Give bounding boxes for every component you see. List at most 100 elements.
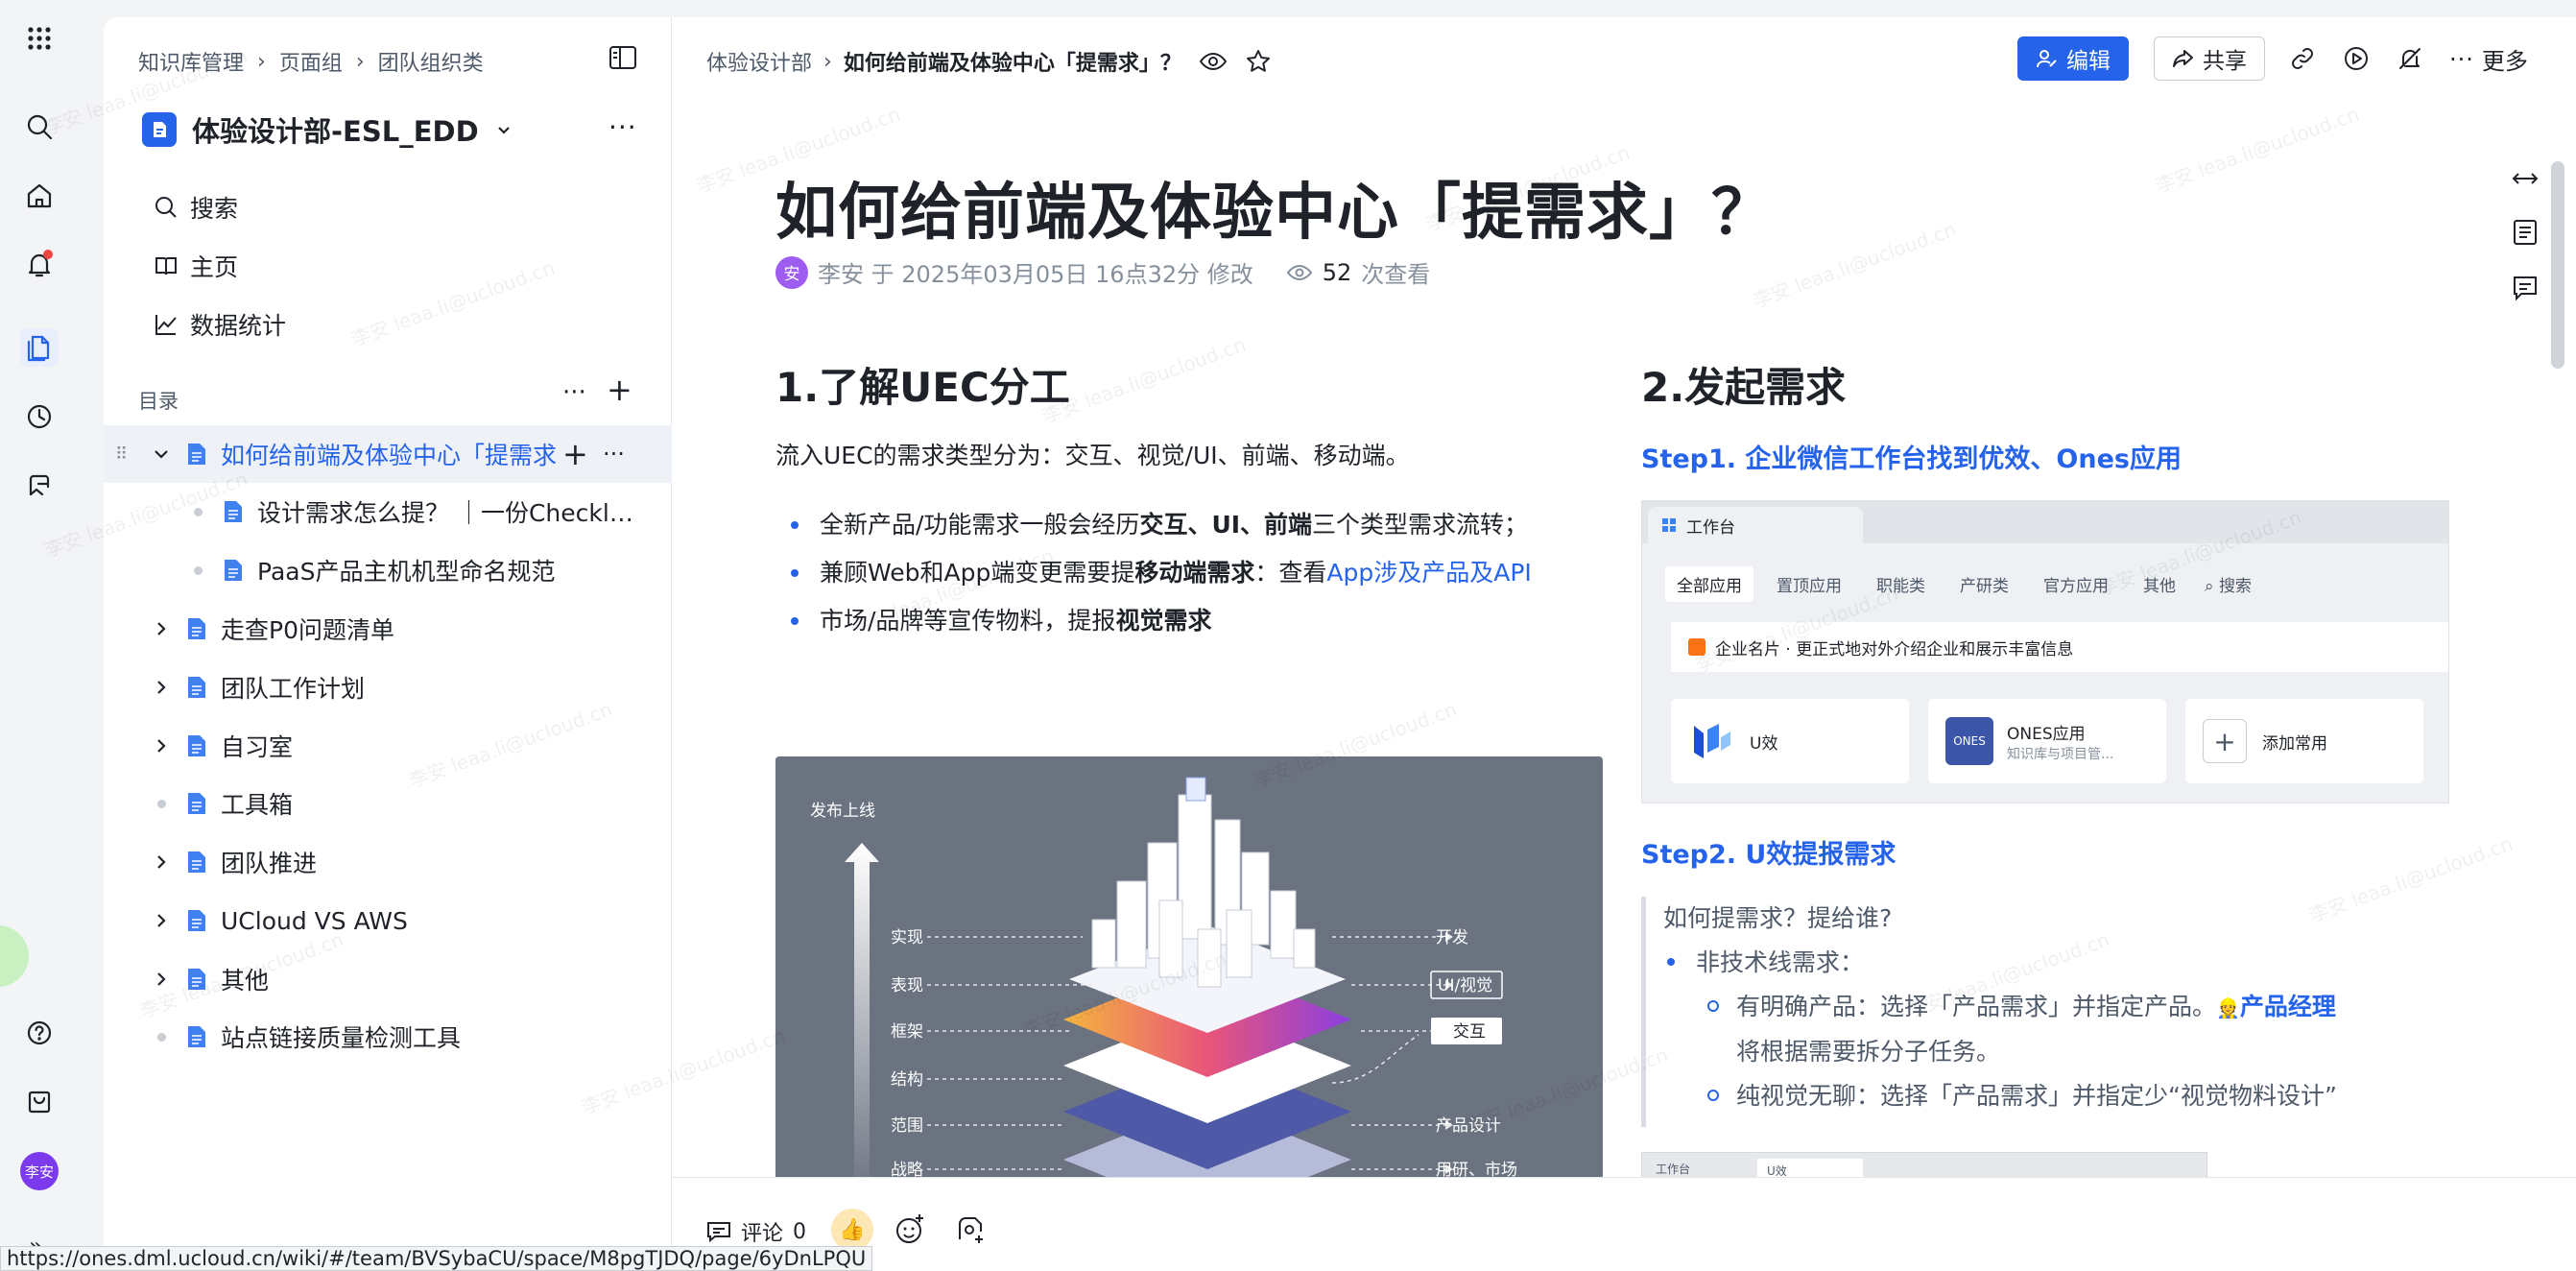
document-icon [186, 733, 207, 758]
layer-label: 框架 [891, 1022, 923, 1042]
search-icon[interactable] [20, 108, 59, 146]
tree-item[interactable]: PaaS产品主机机型命名规范 [104, 541, 672, 599]
documents-icon[interactable] [20, 328, 59, 367]
chevron-right-icon[interactable] [150, 734, 173, 757]
eye-icon[interactable] [1199, 50, 1228, 73]
reaction-settings-icon[interactable] [952, 1211, 990, 1249]
add-reaction-icon[interactable] [891, 1211, 929, 1249]
chevron-down-icon[interactable] [150, 443, 173, 466]
notification-bell-icon[interactable] [20, 246, 59, 284]
floating-assistant[interactable] [0, 925, 29, 987]
book-icon [155, 257, 177, 276]
bullet-list: 全新产品/功能需求一般会经历交互、UI、前端三个类型需求流转； 兼顾Web和Ap… [775, 505, 1562, 649]
tree-item[interactable]: ⠿ 如何给前端及体验中心「提需求 + ··· [104, 425, 672, 483]
tree-item-label: 如何给前端及体验中心「提需求 [221, 442, 557, 469]
document-icon [223, 499, 244, 524]
comments-panel-icon[interactable] [2513, 275, 2538, 301]
tree-item-label: 团队工作计划 [221, 675, 366, 703]
star-icon[interactable] [1245, 48, 1272, 75]
role-label: 交互 [1453, 1022, 1486, 1042]
workbench-icon [1662, 518, 1676, 532]
chevron-right-icon[interactable] [150, 968, 173, 991]
uec-layers-diagram[interactable]: 发布上线 实现 表现 框架 结构 范围 战略 开发 UI/视觉 交互 产品设计 … [775, 756, 1603, 1198]
nav-search[interactable]: 搜索 [154, 190, 238, 225]
step1-heading[interactable]: Step1. 企业微信工作台找到优效、Ones应用 [1641, 438, 2182, 475]
scrollbar-thumb[interactable] [2551, 161, 2564, 369]
breadcrumb-item[interactable]: 页面组 [279, 46, 343, 77]
chart-line-icon [155, 315, 177, 335]
tree-item[interactable]: 设计需求怎么提？ ｜一份Checkli... [104, 483, 672, 540]
breadcrumb-parent[interactable]: 体验设计部 [706, 46, 812, 77]
sidebar-toggle-icon[interactable] [608, 44, 637, 71]
workspace-name: 体验设计部-ESL_EDD [192, 115, 479, 148]
share-button[interactable]: 共享 [2154, 36, 2265, 81]
author-avatar[interactable]: 安 [775, 255, 808, 289]
home-icon[interactable] [20, 177, 59, 215]
item-more-icon[interactable]: ··· [603, 441, 625, 468]
present-play-icon[interactable] [2340, 42, 2373, 75]
doc-breadcrumb: 体验设计部 › 如何给前端及体验中心「提需求」？ [706, 46, 1272, 77]
tree-item[interactable]: 站点链接质量检测工具 [104, 1008, 672, 1066]
comment-button[interactable]: 评论 0 [706, 1216, 806, 1247]
product-manager-mention[interactable]: 产品经理 [2240, 993, 2336, 1020]
help-icon[interactable] [20, 1014, 59, 1052]
add-page-icon[interactable]: + [607, 374, 632, 405]
tree-item-label: 团队推进 [221, 850, 318, 877]
u-effect-logo [1694, 724, 1730, 758]
tree-item[interactable]: 团队推进 [104, 833, 672, 891]
chevron-right-icon[interactable] [150, 909, 173, 932]
outline-icon[interactable] [2513, 219, 2538, 246]
tree-item[interactable]: 团队工作计划 [104, 659, 672, 716]
tree-item[interactable]: 走查P0问题清单 [104, 600, 672, 658]
view-count: 52 [1322, 258, 1352, 286]
like-button[interactable]: 👍 [831, 1209, 873, 1251]
tree-item[interactable]: UCloud VS AWS [104, 892, 672, 949]
step2-heading[interactable]: Step2. U效提报需求 [1641, 833, 1896, 871]
section-label: 目录 [138, 390, 179, 413]
edit-people-icon [2037, 50, 2057, 68]
document-icon [186, 967, 207, 992]
chevron-right-icon[interactable] [150, 851, 173, 874]
comment-icon [707, 1222, 730, 1243]
document-icon [186, 675, 207, 700]
edit-button[interactable]: 编辑 [2017, 36, 2129, 81]
section-more-icon[interactable]: ··· [562, 378, 586, 407]
role-label: UI/视觉 [1438, 976, 1492, 995]
doc-footer: 评论 0 👍 [672, 1177, 2576, 1271]
tree-item-label: 自习室 [221, 733, 294, 761]
workspace-selector[interactable]: 体验设计部-ESL_EDD [142, 109, 513, 150]
chevron-right-icon[interactable] [150, 617, 173, 640]
drag-handle-icon[interactable]: ⠿ [115, 444, 128, 465]
bookmark-icon[interactable] [20, 467, 59, 505]
expand-width-icon[interactable] [2511, 169, 2540, 188]
list-item: 全新产品/功能需求一般会经历交互、UI、前端三个类型需求流转； [775, 505, 1562, 545]
breadcrumb-item[interactable]: 知识库管理 [138, 46, 244, 77]
quote-block: 如何提需求？提给谁? 非技术线需求： 有明确产品：选择「产品需求」并指定产品。👷… [1641, 897, 2457, 1127]
view-count-icon [1286, 264, 1312, 280]
bullet-dot [194, 565, 203, 575]
workspace-logo [142, 112, 177, 147]
breadcrumb: 知识库管理 › 页面组 › 团队组织类 [138, 46, 484, 77]
tree-item-label: 其他 [221, 967, 270, 995]
more-menu[interactable]: ··· 更多 [2449, 42, 2528, 76]
recent-clock-icon[interactable] [20, 397, 59, 436]
add-child-icon[interactable]: + [562, 439, 588, 469]
chevron-right-icon[interactable] [150, 676, 173, 699]
breadcrumb-item[interactable]: 团队组织类 [378, 46, 484, 77]
add-icon: + [2203, 719, 2247, 763]
link-status-bar: https://ones.dml.ucloud.cn/wiki/#/team/B… [0, 1246, 873, 1271]
apps-grid-icon[interactable] [20, 19, 59, 58]
tree-item-label: UCloud VS AWS [221, 906, 408, 935]
inbox-icon[interactable] [20, 1083, 59, 1121]
notification-off-icon[interactable] [2394, 42, 2426, 75]
user-avatar[interactable]: 李安 [20, 1152, 59, 1190]
tree-item[interactable]: 其他 [104, 950, 672, 1008]
nav-stats[interactable]: 数据统计 [154, 307, 286, 342]
tree-item[interactable]: 自习室 [104, 717, 672, 775]
app-api-link[interactable]: App涉及产品及API [1326, 559, 1531, 587]
tree-item[interactable]: 工具箱 [104, 775, 672, 832]
workbench-screenshot[interactable]: 工作台 全部应用 置顶应用 职能类 产研类 官方应用 其他 ⌕ 搜索 企业名片 … [1641, 500, 2449, 803]
nav-home[interactable]: 主页 [154, 249, 238, 283]
workspace-more-icon[interactable]: ··· [608, 111, 637, 143]
link-icon[interactable] [2286, 42, 2319, 75]
